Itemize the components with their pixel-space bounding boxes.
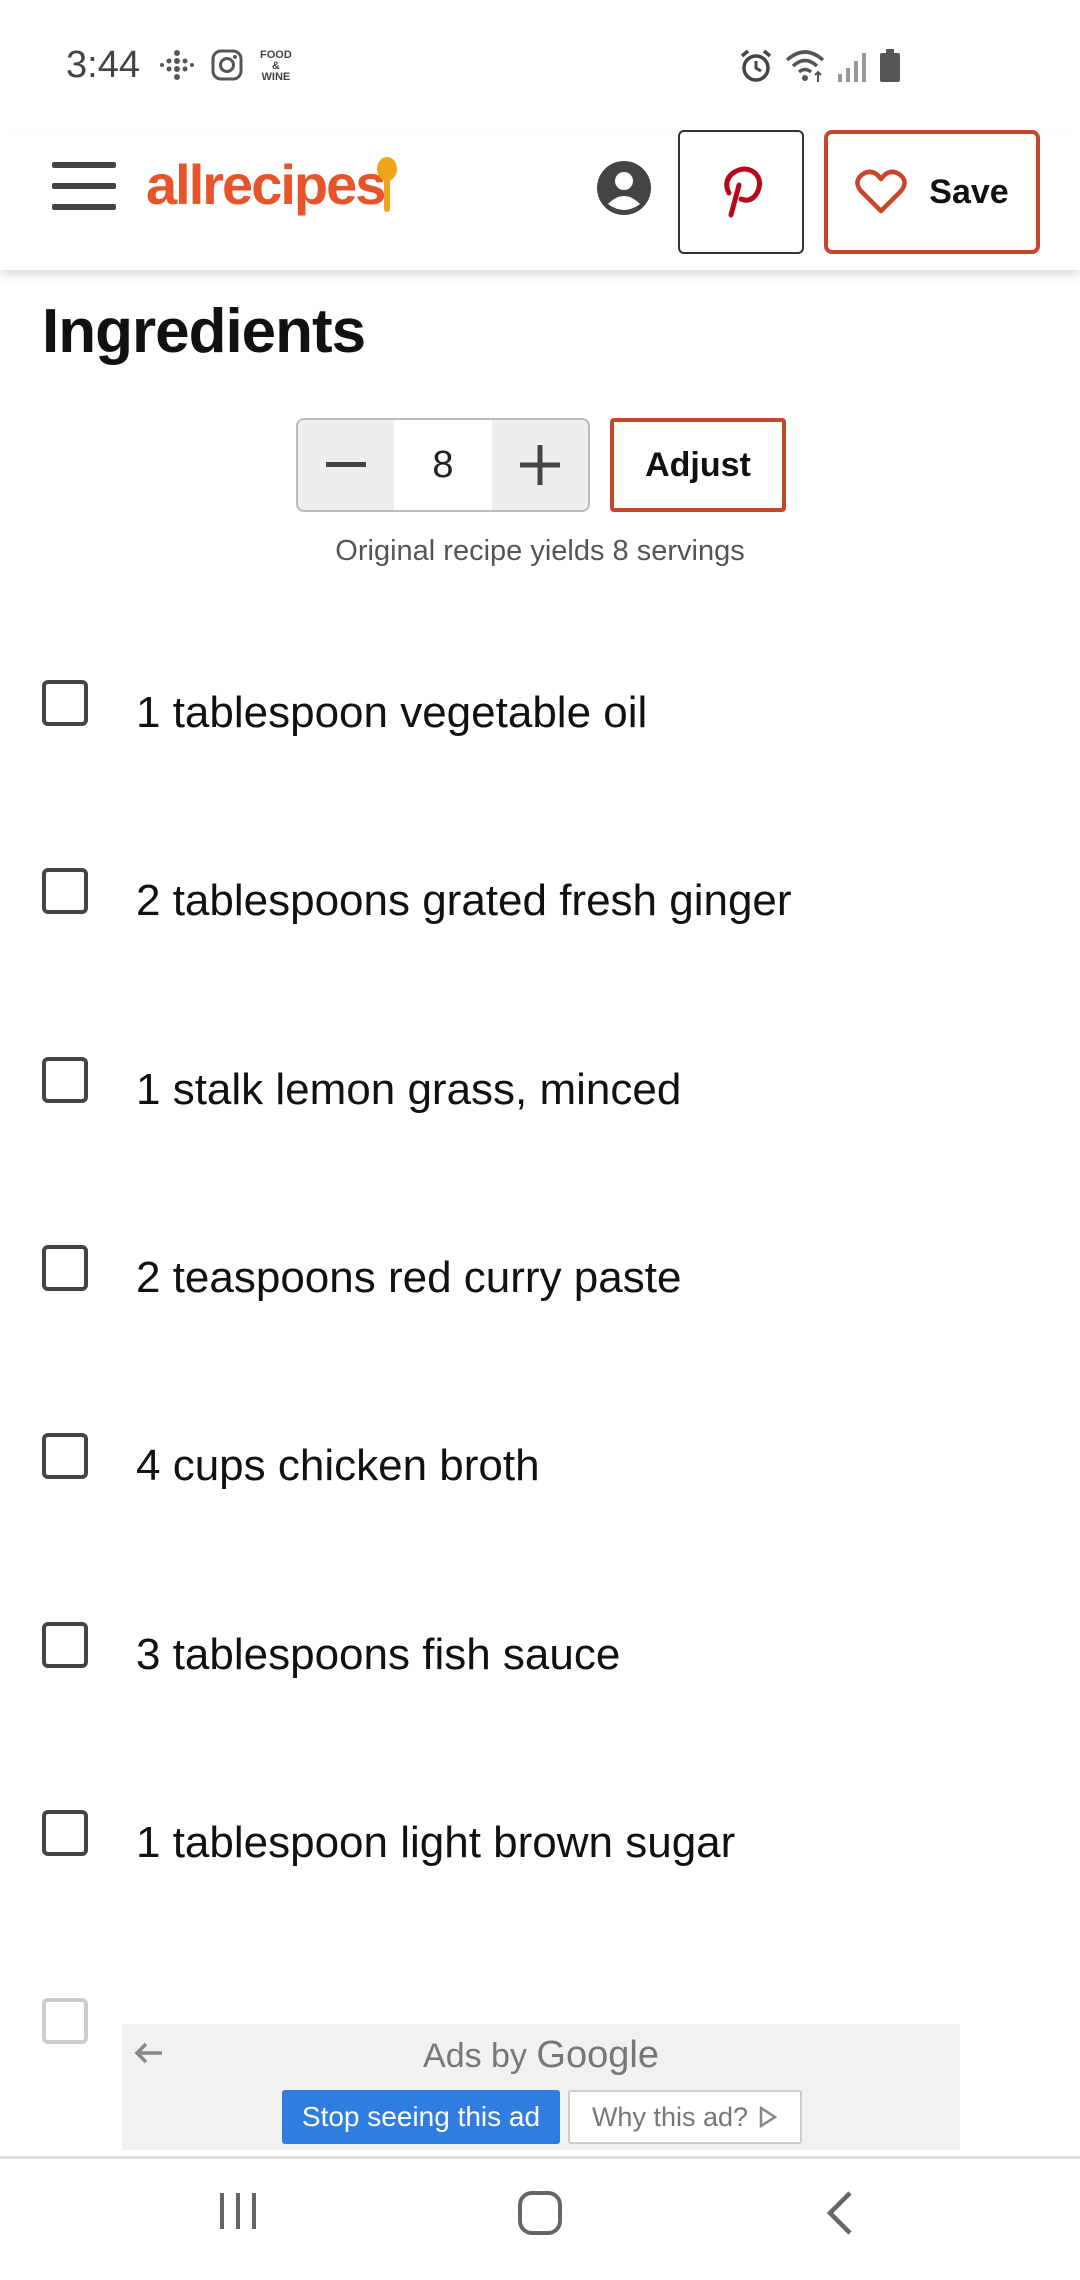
ingredient-text: 2 tablespoons grated fresh ginger: [136, 876, 792, 925]
heart-icon: [855, 169, 908, 214]
servings-stepper: [296, 418, 590, 512]
status-time: 3:44: [66, 44, 140, 86]
fitbit-icon: [160, 50, 194, 80]
food-wine-icon: FOOD & WINE: [260, 49, 292, 83]
yield-note: Original recipe yields 8 servings: [335, 535, 745, 567]
servings-input[interactable]: [394, 420, 492, 510]
adjust-button[interactable]: Adjust: [610, 418, 786, 512]
ingredient-text: 4 cups chicken broth: [136, 1441, 540, 1490]
ingredient-text: 1 tablespoon vegetable oil: [136, 688, 648, 737]
ingredients-heading: Ingredients: [42, 297, 366, 366]
allrecipes-logo[interactable]: allrecipes: [146, 152, 386, 217]
ingredient-item[interactable]: 1 tablespoon vegetable oil: [0, 680, 1080, 790]
ad-banner: Ads by Google Stop seeing this ad Why th…: [122, 2024, 960, 2150]
decrease-servings-button[interactable]: [298, 420, 394, 510]
pinterest-button[interactable]: [678, 130, 804, 254]
ingredient-checkbox[interactable]: [42, 1810, 88, 1856]
ingredient-item[interactable]: 2 tablespoons grated fresh ginger: [0, 868, 1080, 978]
pinterest-icon: [724, 166, 763, 218]
app-header: allrecipes Save: [0, 130, 1080, 270]
save-button[interactable]: Save: [824, 130, 1040, 254]
system-nav-bar: [0, 2156, 1080, 2280]
ingredient-text: 3 tablespoons fish sauce: [136, 1630, 621, 1679]
instagram-icon: [211, 49, 243, 81]
ingredient-checkbox[interactable]: [42, 1057, 88, 1103]
wifi-icon: [785, 50, 825, 82]
account-icon[interactable]: [596, 160, 652, 216]
ingredient-item[interactable]: 3 tablespoons fish sauce: [0, 1622, 1080, 1732]
save-label: Save: [929, 172, 1009, 211]
hamburger-menu-icon[interactable]: [52, 162, 116, 222]
ingredient-item[interactable]: 4 cups chicken broth: [0, 1433, 1080, 1543]
increase-servings-button[interactable]: [492, 420, 588, 510]
recent-apps-icon[interactable]: [216, 2189, 260, 2233]
ads-by-google-label: Ads by Google: [423, 2034, 659, 2076]
ingredient-checkbox[interactable]: [42, 1622, 88, 1668]
spoon-logo-icon: [377, 157, 397, 212]
ingredient-text: 2 teaspoons red curry paste: [136, 1253, 682, 1302]
alarm-icon: [740, 49, 772, 82]
why-this-ad-label: Why this ad?: [591, 2101, 749, 2132]
ingredient-text: 1 tablespoon light brown sugar: [136, 1818, 736, 1867]
status-bar: 3:44 FOOD & WINE: [0, 0, 1080, 130]
signal-icon: [838, 53, 866, 82]
back-icon[interactable]: [822, 2189, 858, 2237]
ingredient-checkbox[interactable]: [42, 1245, 88, 1291]
ingredient-checkbox[interactable]: [42, 1433, 88, 1479]
battery-icon: [880, 49, 900, 82]
why-this-ad-button[interactable]: Why this ad?: [568, 2090, 802, 2144]
plus-icon: [520, 445, 560, 485]
ingredient-checkbox[interactable]: [42, 1998, 88, 2044]
minus-icon: [326, 462, 366, 467]
ingredient-item[interactable]: 1 tablespoon light brown sugar: [0, 1810, 1080, 1920]
ingredient-item[interactable]: 1 stalk lemon grass, minced: [0, 1057, 1080, 1167]
stop-seeing-ad-button[interactable]: Stop seeing this ad: [282, 2090, 560, 2144]
ingredient-text: 1 stalk lemon grass, minced: [136, 1065, 682, 1114]
ingredient-checkbox[interactable]: [42, 868, 88, 914]
home-icon[interactable]: [516, 2189, 564, 2237]
adchoices-icon: [759, 2106, 778, 2128]
ingredient-checkbox[interactable]: [42, 680, 88, 726]
ingredient-item[interactable]: 2 teaspoons red curry paste: [0, 1245, 1080, 1355]
